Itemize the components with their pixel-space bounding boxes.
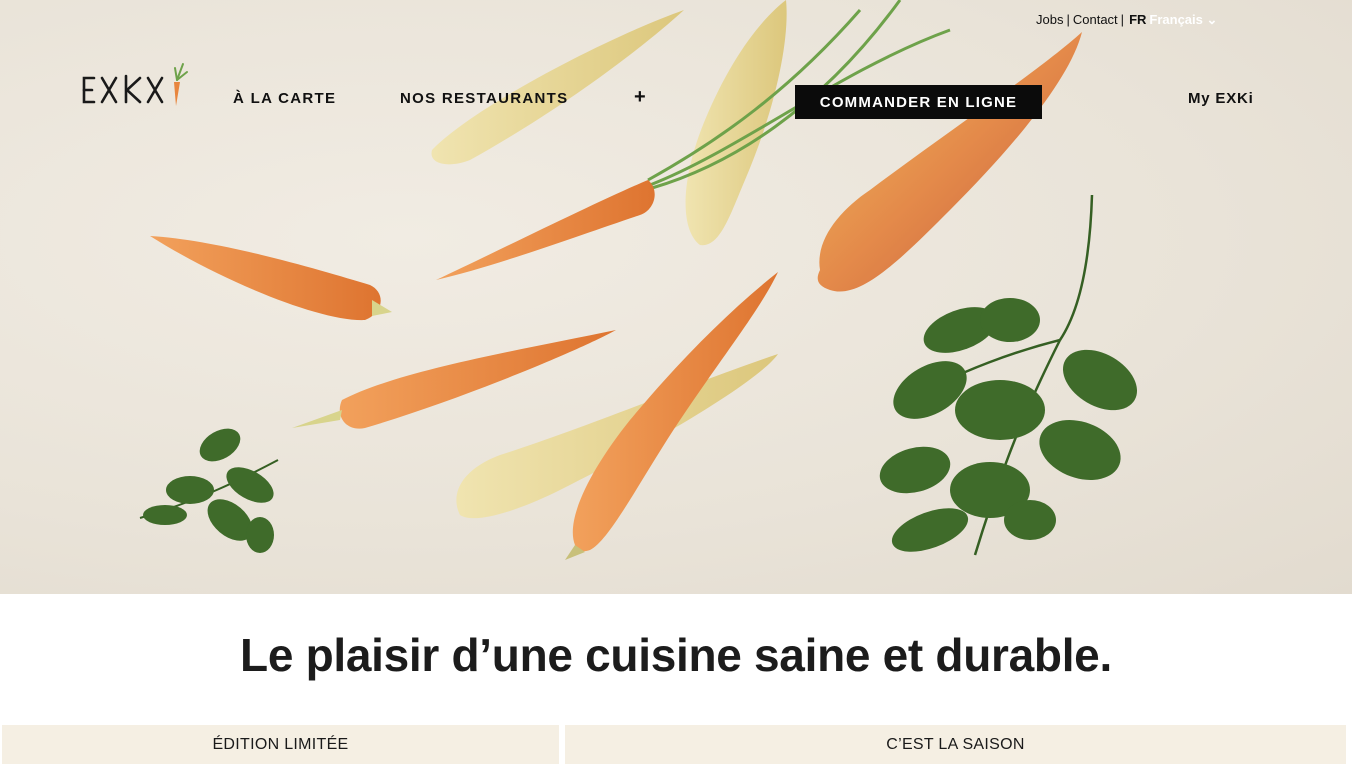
chevron-down-icon: ⌄ xyxy=(1206,12,1218,27)
language-selector[interactable]: Français ⌄ xyxy=(1149,12,1217,27)
commander-en-ligne-button[interactable]: COMMANDER EN LIGNE xyxy=(795,85,1042,119)
language-code: FR xyxy=(1129,12,1147,27)
nav-a-la-carte[interactable]: À LA CARTE xyxy=(233,90,336,107)
exki-logo[interactable] xyxy=(80,48,192,112)
jobs-link[interactable]: Jobs xyxy=(1036,12,1063,27)
nav-nos-restaurants[interactable]: NOS RESTAURANTS xyxy=(400,90,568,107)
nav-my-exki[interactable]: My EXKi xyxy=(1188,90,1254,107)
language-name: Français xyxy=(1149,12,1203,27)
utility-separator: | xyxy=(1066,12,1070,27)
tab-edition-limitee[interactable]: ÉDITION LIMITÉE xyxy=(2,725,559,764)
nav-more-plus-button[interactable]: + xyxy=(634,86,647,109)
utility-links: Jobs | Contact | FR Français ⌄ xyxy=(1036,12,1217,28)
contact-link[interactable]: Contact xyxy=(1073,12,1118,27)
hero-banner: Jobs | Contact | FR Français ⌄ À LA CART… xyxy=(0,0,1352,594)
page-tagline: Le plaisir d’une cuisine saine et durabl… xyxy=(240,629,1112,681)
exki-logo-mark xyxy=(82,63,188,106)
carrots-illustration xyxy=(139,0,1137,560)
tab-c-est-la-saison[interactable]: C’EST LA SAISON xyxy=(565,725,1346,764)
utility-separator: | xyxy=(1120,12,1125,27)
